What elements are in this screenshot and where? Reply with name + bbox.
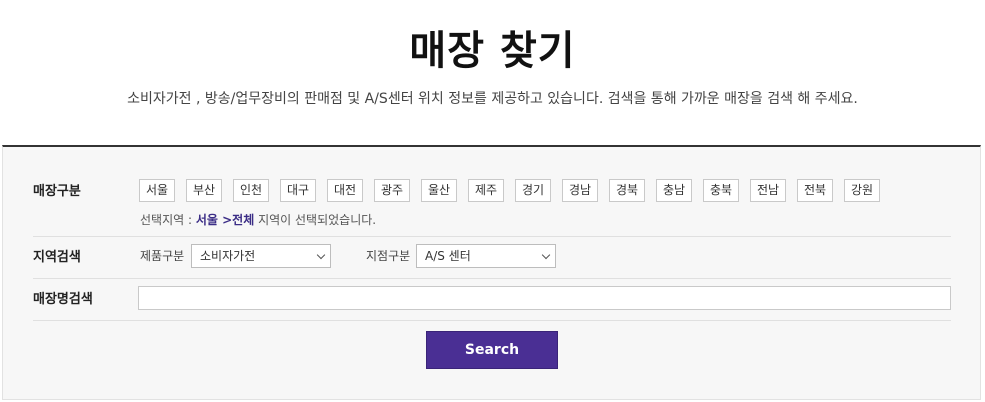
store-name-search-label: 매장명검색 — [33, 292, 93, 307]
region-button-gyeongbuk[interactable]: 경북 — [609, 179, 645, 202]
region-button-gangwon[interactable]: 강원 — [844, 179, 880, 202]
region-button-jeonnam[interactable]: 전남 — [750, 179, 786, 202]
region-button-daegu[interactable]: 대구 — [280, 179, 316, 202]
selected-subregion: >전체 — [217, 213, 255, 227]
region-button-incheon[interactable]: 인천 — [233, 179, 269, 202]
branch-type-value: A/S 센터 — [425, 249, 471, 263]
chevron-down-icon — [316, 250, 326, 260]
region-button-chungnam[interactable]: 충남 — [656, 179, 692, 202]
region-button-seoul[interactable]: 서울 — [139, 179, 175, 202]
region-button-jeonbuk[interactable]: 전북 — [797, 179, 833, 202]
region-button-jeju[interactable]: 제주 — [468, 179, 504, 202]
selected-region-note: 선택지역 : 서울 >전체 지역이 선택되었습니다. — [140, 211, 376, 228]
product-type-select[interactable]: 소비자가전 — [191, 244, 331, 268]
store-type-label: 매장구분 — [33, 184, 81, 199]
store-name-input[interactable] — [138, 286, 951, 310]
selection-suffix: 지역이 선택되었습니다. — [254, 213, 377, 227]
branch-type-label: 지점구분 — [366, 249, 411, 263]
region-button-chungbuk[interactable]: 충북 — [703, 179, 739, 202]
region-search-label: 지역검색 — [33, 250, 81, 265]
product-type-value: 소비자가전 — [200, 249, 256, 263]
chevron-down-icon — [541, 250, 551, 260]
row-divider — [33, 278, 951, 279]
store-search-panel: 매장구분 서울 부산 인천 대구 대전 광주 울산 제주 경기 경남 경북 충남… — [2, 145, 981, 400]
region-button-busan[interactable]: 부산 — [186, 179, 222, 202]
page-title: 매장 찾기 — [409, 28, 576, 74]
region-button-daejeon[interactable]: 대전 — [327, 179, 363, 202]
search-button[interactable]: Search — [426, 331, 558, 369]
selected-region: 서울 — [195, 213, 218, 227]
product-type-label: 제품구분 — [140, 249, 185, 263]
row-divider — [33, 236, 951, 237]
region-button-gwangju[interactable]: 광주 — [374, 179, 410, 202]
row-divider — [33, 320, 951, 321]
page-description: 소비자가전 , 방송/업무장비의 판매점 및 A/S센터 위치 정보를 제공하고… — [127, 91, 858, 107]
branch-type-select[interactable]: A/S 센터 — [416, 244, 556, 268]
region-button-gyeongnam[interactable]: 경남 — [562, 179, 598, 202]
region-button-ulsan[interactable]: 울산 — [421, 179, 457, 202]
region-button-gyeonggi[interactable]: 경기 — [515, 179, 551, 202]
selection-prefix: 선택지역 : — [140, 213, 196, 227]
